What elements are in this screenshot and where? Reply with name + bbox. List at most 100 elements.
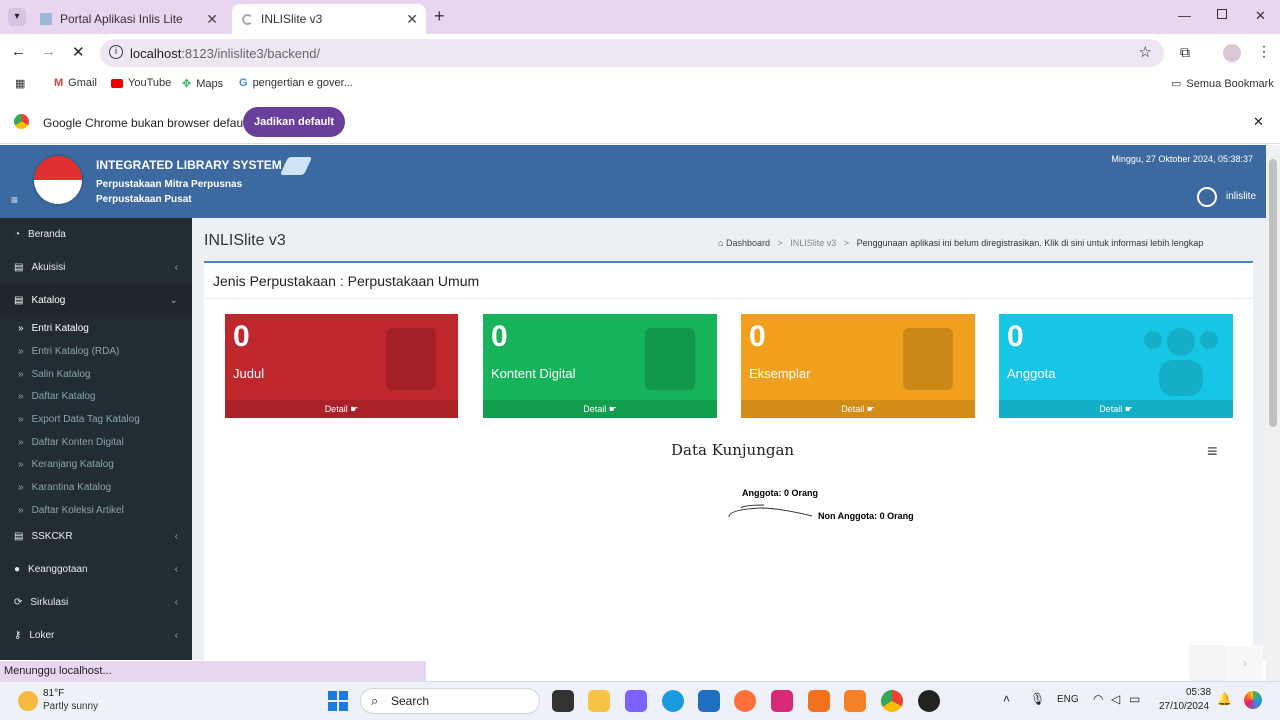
- user-name[interactable]: inlislite: [1226, 191, 1256, 202]
- sidebar-subitem-entri-rda[interactable]: » Entri Katalog (RDA): [0, 340, 192, 362]
- apps-grid-icon[interactable]: ▦: [15, 77, 25, 90]
- tab-title: Portal Aplikasi Inlis Lite: [60, 12, 183, 26]
- clock-date[interactable]: 27/10/2024: [1159, 701, 1209, 712]
- yii-debug-logo-icon[interactable]: [1189, 645, 1227, 681]
- copilot-icon[interactable]: [1244, 691, 1262, 709]
- close-icon[interactable]: ✕: [206, 11, 218, 28]
- detail-link[interactable]: Detail ☛: [741, 400, 975, 418]
- firefox-icon[interactable]: [734, 690, 756, 712]
- sidebar-item-loker[interactable]: ⚷ Loker ‹: [0, 619, 192, 652]
- sidebar-subitem-karantina[interactable]: » Karantina Katalog: [0, 476, 192, 498]
- double-chevron-icon: »: [18, 413, 24, 425]
- datetime: Minggu, 27 Oktober 2024, 05:38:37: [1111, 154, 1253, 164]
- user-avatar-icon[interactable]: [1197, 187, 1217, 207]
- app-icon[interactable]: [808, 690, 830, 712]
- tab-list-chevron-icon[interactable]: ▾: [8, 8, 26, 26]
- sidebar-subitem-entri-katalog[interactable]: » Entri Katalog: [0, 317, 192, 339]
- detail-link[interactable]: Detail ☛: [999, 400, 1233, 418]
- browser-tab-bar: ▾ Portal Aplikasi Inlis Lite ✕ INLISlite…: [0, 0, 1280, 34]
- maximize-icon[interactable]: [1217, 9, 1227, 19]
- detail-label: Detail: [324, 404, 348, 414]
- weather-desc[interactable]: Partly sunny: [43, 701, 98, 712]
- tab-portal[interactable]: Portal Aplikasi Inlis Lite ✕: [30, 4, 226, 34]
- stat-value: 0: [491, 320, 508, 353]
- windows-start-icon[interactable]: [328, 691, 348, 711]
- xampp-icon[interactable]: [844, 690, 866, 712]
- stat-label: Kontent Digital: [491, 366, 576, 381]
- minimize-icon[interactable]: —: [1178, 8, 1191, 23]
- breadcrumb-dashboard[interactable]: Dashboard: [726, 238, 770, 248]
- sidebar-item-label: SSKCKR: [31, 531, 73, 542]
- stat-label: Eksemplar: [749, 366, 811, 381]
- edge-icon[interactable]: [662, 690, 684, 712]
- bookmark-label: pengertian e gover...: [252, 77, 353, 89]
- sidebar-subitem-keranjang[interactable]: » Keranjang Katalog: [0, 453, 192, 475]
- forward-arrow-icon[interactable]: →: [41, 43, 56, 60]
- file-explorer-icon[interactable]: [588, 690, 610, 712]
- sidebar-toggle-icon[interactable]: ≡: [11, 193, 18, 207]
- volume-icon[interactable]: ◁: [1111, 692, 1120, 706]
- sidebar-subitem-export[interactable]: » Export Data Tag Katalog: [0, 408, 192, 430]
- weather-sun-icon[interactable]: [18, 691, 38, 711]
- language-indicator[interactable]: ENG: [1057, 694, 1079, 705]
- bookmark-gmail[interactable]: M Gmail: [54, 77, 97, 89]
- chevron-up-icon[interactable]: ˄: [1003, 692, 1010, 706]
- menu-dots-icon[interactable]: ⋮: [1257, 43, 1271, 60]
- wifi-icon[interactable]: ◠: [1093, 692, 1103, 706]
- sidebar-item-beranda[interactable]: ◔ Beranda: [0, 218, 192, 251]
- registration-notice-link[interactable]: Penggunaan aplikasi ini belum diregistra…: [857, 238, 1204, 248]
- chart-menu-icon[interactable]: ≡: [1207, 441, 1218, 462]
- new-tab-plus-icon[interactable]: +: [434, 6, 445, 27]
- tab-inlislite[interactable]: INLISlite v3 ✕: [232, 4, 426, 34]
- sidebar-subitem-daftar[interactable]: » Daftar Katalog: [0, 385, 192, 407]
- chevron-right-icon[interactable]: ›: [1227, 645, 1263, 681]
- bookmark-maps[interactable]: ✥ Maps: [182, 77, 223, 91]
- back-arrow-icon[interactable]: ←: [11, 43, 26, 60]
- clock-time[interactable]: 05:38: [1186, 687, 1211, 698]
- folder-icon: ▭: [1171, 78, 1182, 90]
- sidebar-item-akuisisi[interactable]: ▤ Akuisisi ‹: [0, 251, 192, 284]
- instagram-icon[interactable]: [771, 690, 793, 712]
- scrollbar-thumb[interactable]: [1269, 159, 1277, 427]
- sidebar-subitem-salin[interactable]: » Salin Katalog: [0, 363, 192, 385]
- sidebar-subitem-koleksi-artikel[interactable]: » Daftar Koleksi Artikel: [0, 499, 192, 521]
- scrollbar[interactable]: [1266, 145, 1280, 681]
- close-icon[interactable]: ✕: [1253, 114, 1264, 130]
- copilot-icon[interactable]: [625, 690, 647, 712]
- bell-icon[interactable]: 🔔: [1217, 692, 1232, 706]
- battery-icon[interactable]: ▭: [1129, 692, 1140, 706]
- taskbar-search[interactable]: ⌕ Search: [360, 688, 540, 714]
- maps-icon: ✥: [182, 78, 192, 90]
- pie-connector-line: [740, 504, 765, 509]
- detail-link[interactable]: Detail ☛: [483, 400, 717, 418]
- close-window-icon[interactable]: ✕: [1255, 8, 1266, 24]
- extensions-icon[interactable]: ⧉: [1180, 44, 1190, 61]
- bookmark-youtube[interactable]: YouTube: [111, 77, 171, 89]
- task-view-icon[interactable]: [552, 690, 574, 712]
- set-default-button[interactable]: Jadikan default: [243, 107, 345, 137]
- site-info-icon[interactable]: i: [109, 45, 123, 59]
- app-icon[interactable]: [918, 690, 940, 712]
- address-bar[interactable]: i localhost:8123/inlislite3/backend/ ☆: [100, 39, 1164, 67]
- weather-temp[interactable]: 81°F: [43, 688, 64, 699]
- search-placeholder: Search: [391, 694, 430, 708]
- sidebar-item-sirkulasi[interactable]: ⟳ Sirkulasi ‹: [0, 586, 192, 619]
- chevron-left-icon: ‹: [174, 630, 178, 641]
- bookmark-star-icon[interactable]: ☆: [1139, 43, 1152, 61]
- close-icon[interactable]: ✕: [406, 11, 418, 28]
- library-type: Jenis Perpustakaan : Perpustakaan Umum: [213, 273, 480, 289]
- store-icon[interactable]: [698, 690, 720, 712]
- microphone-icon[interactable]: 🎙: [1030, 692, 1045, 706]
- detail-link[interactable]: Detail ☛: [225, 400, 458, 418]
- sidebar-subitem-konten-digital[interactable]: » Daftar Konten Digital: [0, 431, 192, 453]
- all-bookmarks[interactable]: ▭ Semua Bookmark: [1171, 77, 1274, 91]
- sidebar-item-keanggotaan[interactable]: ● Keanggotaan ‹: [0, 553, 192, 586]
- sidebar-item-katalog[interactable]: ▤ Katalog ⌄: [0, 284, 192, 317]
- stop-icon[interactable]: ✕: [72, 43, 85, 61]
- stat-value: 0: [749, 320, 766, 353]
- chrome-icon[interactable]: [881, 690, 903, 712]
- bookmark-google[interactable]: Gpengertian e gover...: [239, 77, 353, 89]
- sidebar-item-sskckr[interactable]: ▤ SSKCKR ‹: [0, 520, 192, 553]
- profile-avatar[interactable]: [1223, 44, 1241, 62]
- hand-pointer-icon: ☛: [608, 404, 617, 414]
